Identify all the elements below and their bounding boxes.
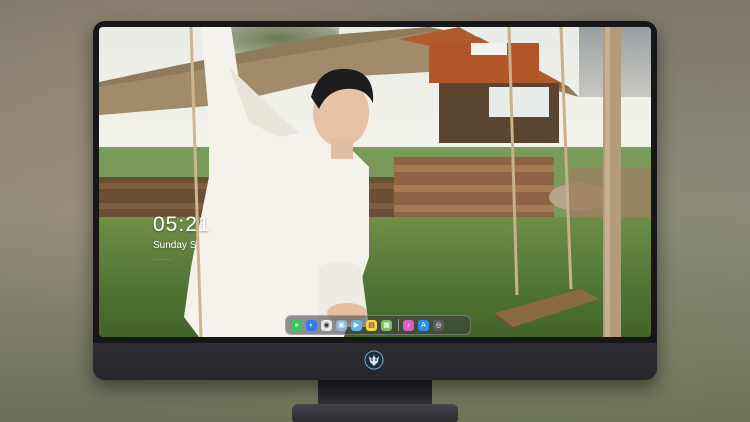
wallpaper-post: [603, 27, 621, 337]
lock-screen-subtitle: … … … …: [153, 256, 173, 261]
messages-icon[interactable]: ●: [291, 319, 302, 331]
wallpaper-person: [184, 27, 374, 337]
screen: 05:21 Sunday S … … … … ● ◐ ◉ ▣ ▶ ▤ ▦ ♪ A ◎: [99, 27, 651, 337]
lock-screen-time: 05:21: [153, 213, 211, 236]
app-store-icon[interactable]: A: [418, 319, 429, 331]
chrome-icon[interactable]: ◉: [321, 319, 332, 331]
dock-separator: [398, 319, 399, 331]
photos-icon[interactable]: ▦: [381, 319, 392, 331]
itunes-icon[interactable]: ♪: [403, 319, 414, 331]
notes-icon[interactable]: ▤: [366, 319, 377, 331]
wolf-logo-icon: [364, 350, 384, 370]
monitor-stand-base: [292, 404, 458, 422]
lock-screen-date: Sunday S: [153, 240, 197, 251]
monitor: 05:21 Sunday S … … … … ● ◐ ◉ ▣ ▶ ▤ ▦ ♪ A ◎: [93, 21, 657, 380]
wallpaper-rope: [189, 27, 203, 337]
preview-icon[interactable]: ▣: [336, 319, 347, 331]
dock: ● ◐ ◉ ▣ ▶ ▤ ▦ ♪ A ◎: [285, 315, 471, 335]
wallpaper-swing: [495, 27, 599, 331]
clapper-icon[interactable]: ▶: [351, 319, 362, 331]
camera-icon[interactable]: ◎: [433, 319, 444, 331]
finder-icon[interactable]: ◐: [306, 319, 317, 331]
